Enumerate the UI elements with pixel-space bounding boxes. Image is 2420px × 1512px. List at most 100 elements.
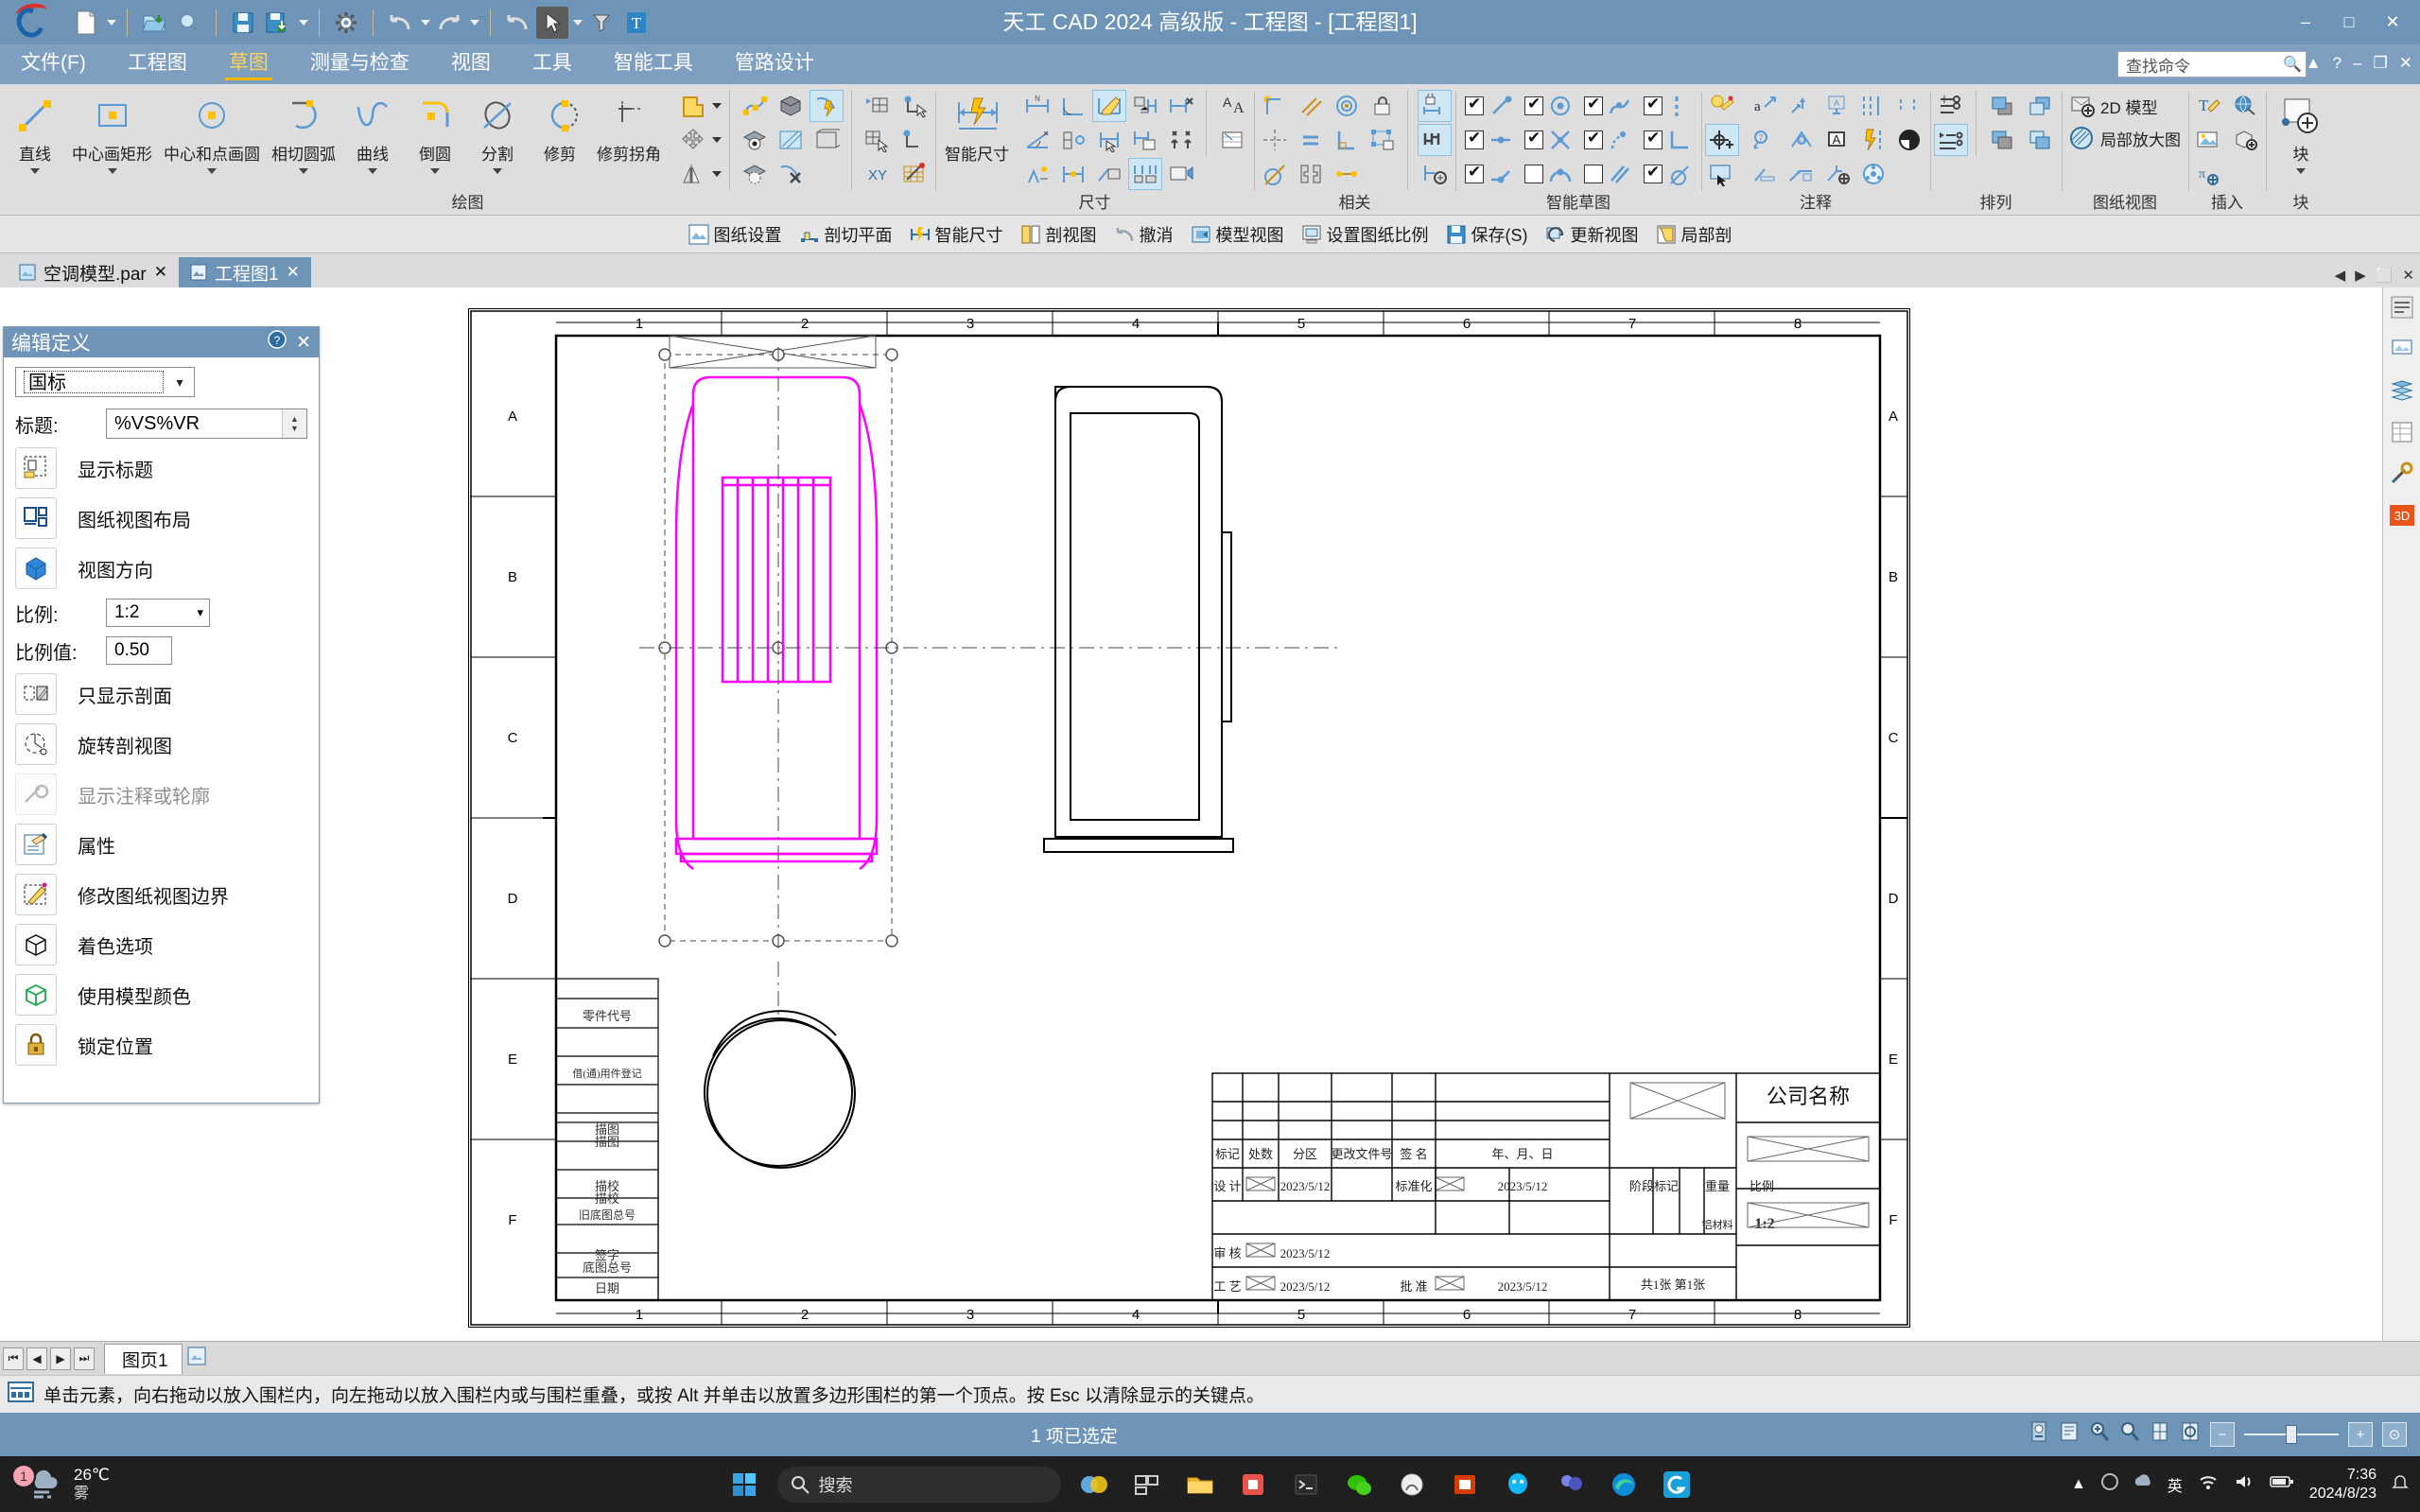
sheet-tab-page1[interactable]: 图页1 bbox=[104, 1343, 183, 1374]
auto-dim-icon[interactable] bbox=[1418, 158, 1452, 190]
dim-style-icon[interactable] bbox=[1164, 158, 1198, 190]
relationship-handles-icon[interactable] bbox=[1418, 124, 1452, 156]
store-icon[interactable] bbox=[1233, 1465, 1273, 1504]
text-box-icon[interactable]: A bbox=[1820, 124, 1854, 156]
datum-frame-icon[interactable]: A bbox=[1820, 90, 1854, 122]
dim-table-icon[interactable] bbox=[1216, 124, 1250, 156]
view-delete-icon[interactable] bbox=[774, 158, 808, 190]
edge-condition-icon[interactable] bbox=[1892, 90, 1926, 122]
quickbar-sheet-setup[interactable]: 图纸设置 bbox=[680, 219, 791, 250]
sheet-prev-button[interactable]: ◀ bbox=[26, 1347, 47, 1370]
select-region-icon[interactable] bbox=[860, 124, 894, 156]
ribbon-button-curve[interactable]: 曲线 bbox=[341, 90, 404, 174]
wifi-icon[interactable] bbox=[2198, 1473, 2219, 1495]
intellisketch-parallel[interactable] bbox=[1578, 158, 1638, 190]
concentric-icon[interactable] bbox=[1330, 90, 1364, 122]
angle-between-icon[interactable] bbox=[1020, 124, 1054, 156]
menu-item-drawing[interactable]: 工程图 bbox=[107, 44, 208, 84]
title-input[interactable]: %VS%VR ▲ ▼ bbox=[106, 408, 307, 439]
quickbar-update-view[interactable]: 更新视图 bbox=[1537, 219, 1647, 250]
ribbon-button-trim-corner[interactable]: 修剪拐角 bbox=[591, 90, 667, 165]
chevron-down-icon[interactable] bbox=[2296, 168, 2306, 174]
wechat-icon[interactable] bbox=[1339, 1465, 1379, 1504]
select-tool-button[interactable] bbox=[536, 6, 568, 39]
dim-copy-icon[interactable] bbox=[1128, 124, 1162, 156]
drawing-canvas[interactable]: 123 456 78 123 456 78 ABC DEF ABC DEF 零件… bbox=[0, 287, 2420, 1341]
quick-annotation-icon[interactable] bbox=[1705, 90, 1739, 122]
select-tool-dropdown-caret[interactable] bbox=[573, 19, 583, 26]
symmetric-icon[interactable] bbox=[1258, 124, 1292, 156]
smart-dim-view-icon[interactable] bbox=[810, 90, 844, 122]
edit-definition-panel[interactable]: 编辑定义 ? ✕ 国标 ▾ 标题: %VS%VR ▲ ▼ 显示标题 图纸视图布局… bbox=[3, 326, 320, 1104]
new-file-button[interactable] bbox=[70, 7, 102, 39]
dim-updown-icon[interactable] bbox=[1164, 124, 1198, 156]
tools-icon[interactable] bbox=[2388, 460, 2416, 488]
edit-points-icon[interactable] bbox=[738, 90, 772, 122]
panel-option-section-only[interactable]: 只显示剖面 bbox=[15, 673, 307, 715]
view-box-icon[interactable] bbox=[810, 124, 844, 156]
tab-next-button[interactable]: ▶ bbox=[2355, 267, 2366, 284]
chevron-down-icon[interactable] bbox=[493, 168, 502, 174]
mirror-icon[interactable] bbox=[676, 158, 710, 190]
new-file-dropdown-caret[interactable] bbox=[107, 19, 116, 26]
quickbar-save[interactable]: 保存(S) bbox=[1437, 219, 1537, 250]
dim-assist-icon[interactable] bbox=[1020, 158, 1054, 190]
dim-remove-icon[interactable] bbox=[1164, 90, 1198, 122]
weather-widget[interactable]: 1 26℃ 雾 bbox=[13, 1464, 110, 1505]
callout-icon[interactable] bbox=[1785, 90, 1819, 122]
open-file-button[interactable] bbox=[138, 7, 170, 39]
insert-variable-icon[interactable]: π bbox=[2192, 158, 2226, 190]
sheet-icon[interactable] bbox=[2388, 376, 2416, 405]
dim-group-icon[interactable] bbox=[1056, 124, 1090, 156]
chevron-down-icon[interactable] bbox=[107, 168, 117, 174]
tab-restore-button[interactable]: ⬜ bbox=[2376, 267, 2394, 284]
preview-button[interactable] bbox=[173, 7, 205, 39]
dim-select-icon[interactable] bbox=[1092, 124, 1126, 156]
hatch-icon[interactable] bbox=[774, 124, 808, 156]
tangent-icon[interactable] bbox=[1258, 158, 1292, 190]
panel-option-model-color[interactable]: 使用模型颜色 bbox=[15, 974, 307, 1016]
select-filter-icon[interactable] bbox=[585, 7, 618, 39]
quickbar-cutting-plane[interactable]: 剖切平面 bbox=[791, 219, 901, 250]
distance-between-icon[interactable]: N bbox=[1020, 90, 1054, 122]
terminal-icon[interactable] bbox=[1286, 1465, 1326, 1504]
select-all-icon[interactable] bbox=[860, 90, 894, 122]
checkbox[interactable] bbox=[1644, 163, 1663, 183]
ribbon-button-fillet[interactable]: 倒圆 bbox=[404, 90, 466, 174]
ribbon-button-line[interactable]: 直线 bbox=[4, 90, 66, 174]
doc-close-button[interactable]: ✕ bbox=[2399, 54, 2412, 73]
quick-centerline-icon[interactable] bbox=[1856, 124, 1890, 156]
maximize-button[interactable]: □ bbox=[2327, 0, 2371, 44]
weld-symbol-icon[interactable] bbox=[1785, 158, 1819, 190]
panel-option-rotate-section[interactable]: 旋转剖视图 bbox=[15, 723, 307, 765]
undo-dropdown-caret[interactable] bbox=[421, 19, 430, 26]
save-as-dropdown-caret[interactable] bbox=[299, 19, 308, 26]
xbox-icon[interactable] bbox=[1392, 1465, 1432, 1504]
menu-item-sketch[interactable]: 草图 bbox=[208, 44, 289, 84]
checkbox[interactable] bbox=[1465, 95, 1484, 115]
lock-view-icon[interactable] bbox=[2028, 1420, 2049, 1449]
centerline-icon[interactable] bbox=[1856, 90, 1890, 122]
notification-icon[interactable] bbox=[2392, 1473, 2409, 1495]
insert-image-icon[interactable] bbox=[2192, 124, 2226, 156]
tray-app-icon[interactable] bbox=[2100, 1473, 2118, 1495]
chevron-down-icon[interactable] bbox=[299, 168, 308, 174]
intellisketch-intersection[interactable] bbox=[1519, 124, 1578, 156]
office-icon[interactable] bbox=[1445, 1465, 1485, 1504]
quickbar-undo[interactable]: 撤消 bbox=[1106, 219, 1182, 250]
chevron-down-icon[interactable] bbox=[430, 168, 440, 174]
quick-sheet-icon[interactable] bbox=[1705, 158, 1739, 190]
pan-icon[interactable] bbox=[2150, 1420, 2170, 1449]
text-style-icon[interactable]: AA bbox=[1216, 90, 1250, 122]
menu-item-measure-inspect[interactable]: 测量与检查 bbox=[289, 44, 430, 84]
send-back-icon[interactable] bbox=[1986, 124, 2020, 156]
ime-indicator[interactable]: 英 bbox=[2168, 1473, 2183, 1496]
close-icon[interactable]: ✕ bbox=[287, 263, 300, 282]
dim-arrange-icon[interactable] bbox=[1128, 158, 1162, 190]
chevron-down-icon[interactable] bbox=[712, 103, 722, 109]
tab-prev-button[interactable]: ◀ bbox=[2335, 267, 2346, 284]
grid-edit-icon[interactable] bbox=[897, 158, 931, 190]
menu-item-smart-tools[interactable]: 智能工具 bbox=[593, 44, 714, 84]
arrange-list-icon[interactable] bbox=[1934, 124, 1968, 156]
undo-all-button[interactable] bbox=[501, 7, 533, 39]
